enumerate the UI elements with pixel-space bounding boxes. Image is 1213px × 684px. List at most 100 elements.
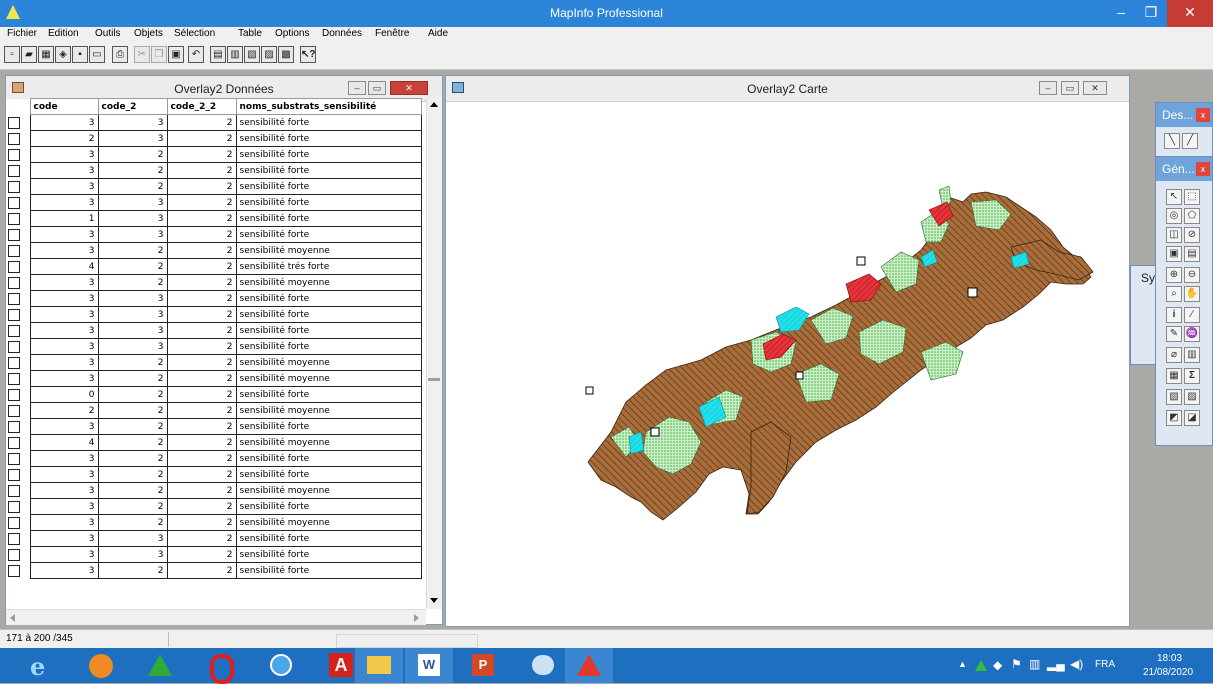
cell-noms-substrats[interactable]: sensibilité forte (235, 146, 422, 163)
cell-code[interactable]: 3 (29, 146, 99, 163)
taskbar-powerpoint-icon[interactable]: P (460, 648, 506, 683)
ruler-icon[interactable]: ⌀ (1166, 347, 1182, 363)
table-row[interactable]: 3 2 2 sensibilité moyenne (6, 274, 422, 291)
cell-code-2-2[interactable]: 2 (166, 514, 237, 531)
cut-icon[interactable]: ✂ (134, 46, 150, 63)
row-select-checkbox[interactable] (6, 467, 30, 483)
taskbar-word-icon[interactable]: W (405, 648, 453, 683)
cell-code[interactable]: 3 (29, 450, 99, 467)
redistricter-icon[interactable]: ▩ (278, 46, 294, 63)
cell-code[interactable]: 3 (29, 306, 99, 323)
taskbar-ie-icon[interactable]: e (18, 648, 64, 683)
cell-code-2-2[interactable]: 2 (166, 114, 237, 131)
row-select-checkbox[interactable] (6, 163, 30, 179)
cell-code[interactable]: 3 (29, 514, 99, 531)
cell-noms-substrats[interactable]: sensibilité moyenne (235, 274, 422, 291)
checkbox-icon[interactable] (8, 516, 20, 529)
cell-noms-substrats[interactable]: sensibilité moyenne (235, 514, 422, 531)
cell-code-2-2[interactable]: 2 (166, 402, 237, 419)
cell-code[interactable]: 3 (29, 466, 99, 483)
table-row[interactable]: 3 3 2 sensibilité forte (6, 194, 422, 211)
boundary-select-icon[interactable]: ◫ (1166, 227, 1182, 243)
map-point-symbol[interactable] (585, 386, 594, 395)
cell-code-2-2[interactable]: 2 (166, 418, 237, 435)
cell-code-2-2[interactable]: 2 (166, 546, 237, 563)
table-row[interactable]: 3 2 2 sensibilité forte (6, 466, 422, 483)
row-select-checkbox[interactable] (6, 531, 30, 547)
scroll-left-icon[interactable] (10, 614, 15, 622)
grabber-icon[interactable]: ✋ (1184, 286, 1200, 302)
cell-code-2-2[interactable]: 2 (166, 306, 237, 323)
taskbar-app-green-icon[interactable] (138, 648, 184, 683)
radius-select-icon[interactable]: ◎ (1166, 208, 1182, 224)
checkbox-icon[interactable] (8, 148, 20, 161)
cell-noms-substrats[interactable]: sensibilité forte (235, 226, 422, 243)
cell-noms-substrats[interactable]: sensibilité moyenne (235, 402, 422, 419)
cell-code-2[interactable]: 2 (97, 386, 168, 403)
cell-code[interactable]: 3 (29, 370, 99, 387)
table-row[interactable]: 0 2 2 sensibilité forte (6, 386, 422, 403)
clip-region-icon[interactable]: ◩ (1166, 410, 1182, 426)
cell-code-2[interactable]: 2 (97, 258, 168, 275)
cell-code-2[interactable]: 3 (97, 114, 168, 131)
table-row[interactable]: 3 3 2 sensibilité forte (6, 338, 422, 355)
cell-code-2-2[interactable]: 2 (166, 354, 237, 371)
checkbox-icon[interactable] (8, 308, 20, 321)
cell-code-2[interactable]: 2 (97, 498, 168, 515)
table-row[interactable]: 3 2 2 sensibilité forte (6, 562, 422, 579)
save-icon[interactable]: ▪ (72, 46, 88, 63)
checkbox-icon[interactable] (8, 196, 20, 209)
open-workspace-icon[interactable]: ▦ (38, 46, 54, 63)
hotlink-icon[interactable]: ⁄ (1184, 307, 1200, 323)
checkbox-icon[interactable] (8, 180, 20, 193)
row-select-checkbox[interactable] (6, 275, 30, 291)
scroll-right-icon[interactable] (414, 614, 419, 622)
cell-code[interactable]: 3 (29, 274, 99, 291)
general-palette-header[interactable]: Gén... x (1156, 157, 1212, 181)
drawing-palette-header[interactable]: Des... x (1156, 103, 1212, 127)
cell-noms-substrats[interactable]: sensibilité forte (235, 322, 422, 339)
zoom-out-icon[interactable]: ⊖ (1184, 267, 1200, 283)
tray-app-icon[interactable] (975, 660, 987, 671)
table-row[interactable]: 3 2 2 sensibilité forte (6, 178, 422, 195)
checkbox-icon[interactable] (8, 276, 20, 289)
new-mapper-icon[interactable]: ▥ (227, 46, 243, 63)
checkbox-icon[interactable] (8, 340, 20, 353)
table-row[interactable]: 4 2 2 sensibilité trés forte (6, 258, 422, 275)
cell-code-2-2[interactable]: 2 (166, 562, 237, 579)
general-palette-close-icon[interactable]: x (1196, 162, 1210, 176)
checkbox-icon[interactable] (8, 228, 20, 241)
cell-code[interactable]: 4 (29, 434, 99, 451)
cell-code-2[interactable]: 2 (97, 242, 168, 259)
cell-code[interactable]: 3 (29, 498, 99, 515)
row-select-checkbox[interactable] (6, 115, 30, 131)
taskbar-app-circle-icon[interactable] (258, 648, 304, 683)
tray-network-icon[interactable]: ▥ (1029, 657, 1040, 671)
cell-code-2-2[interactable]: 2 (166, 274, 237, 291)
table-row[interactable]: 3 2 2 sensibilité moyenne (6, 370, 422, 387)
table-row[interactable]: 4 2 2 sensibilité moyenne (6, 434, 422, 451)
cell-noms-substrats[interactable]: sensibilité forte (235, 498, 422, 515)
cell-noms-substrats[interactable]: sensibilité moyenne (235, 242, 422, 259)
cell-noms-substrats[interactable]: sensibilité forte (235, 114, 422, 131)
cell-code-2[interactable]: 2 (97, 466, 168, 483)
menu-aide[interactable]: Aide (428, 28, 448, 39)
restore-icon[interactable]: ❐ (1136, 0, 1166, 27)
map-point-symbol[interactable] (967, 287, 978, 298)
cell-code[interactable]: 2 (29, 130, 99, 147)
checkbox-icon[interactable] (8, 548, 20, 561)
checkbox-icon[interactable] (8, 356, 20, 369)
cell-code-2-2[interactable]: 2 (166, 466, 237, 483)
row-select-checkbox[interactable] (6, 547, 30, 563)
polygon-sensibilite-forte[interactable] (746, 421, 792, 515)
cell-code-2[interactable]: 2 (97, 146, 168, 163)
checkbox-icon[interactable] (8, 500, 20, 513)
cell-noms-substrats[interactable]: sensibilité moyenne (235, 370, 422, 387)
cell-noms-substrats[interactable]: sensibilité forte (235, 338, 422, 355)
cell-code-2[interactable]: 2 (97, 434, 168, 451)
cell-noms-substrats[interactable]: sensibilité forte (235, 290, 422, 307)
cell-code-2[interactable]: 2 (97, 402, 168, 419)
cell-code-2[interactable]: 3 (97, 306, 168, 323)
undo-icon[interactable]: ↶ (188, 46, 204, 63)
table-row[interactable]: 3 3 2 sensibilité forte (6, 546, 422, 563)
